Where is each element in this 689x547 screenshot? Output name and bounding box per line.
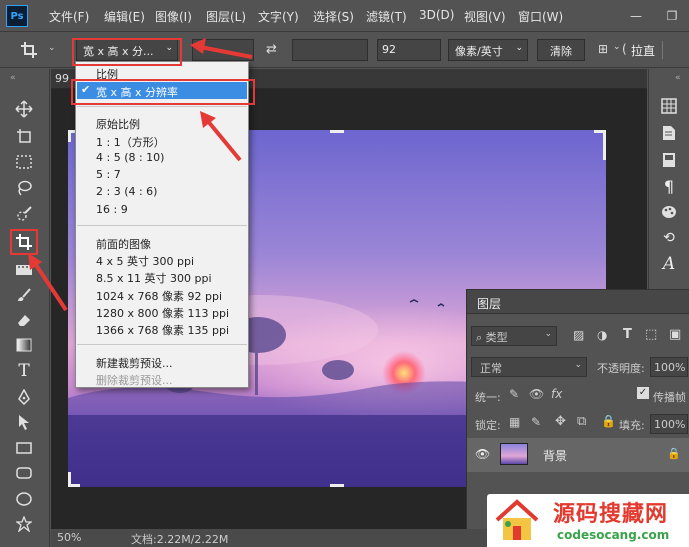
annotation-arrows bbox=[28, 38, 253, 312]
house-logo-icon bbox=[495, 499, 539, 540]
watermark-url: codesocang.com bbox=[557, 528, 670, 542]
watermark-title: 源码搜藏网 bbox=[553, 502, 669, 527]
watermark: 源码搜藏网 codesocang.com bbox=[487, 494, 689, 547]
